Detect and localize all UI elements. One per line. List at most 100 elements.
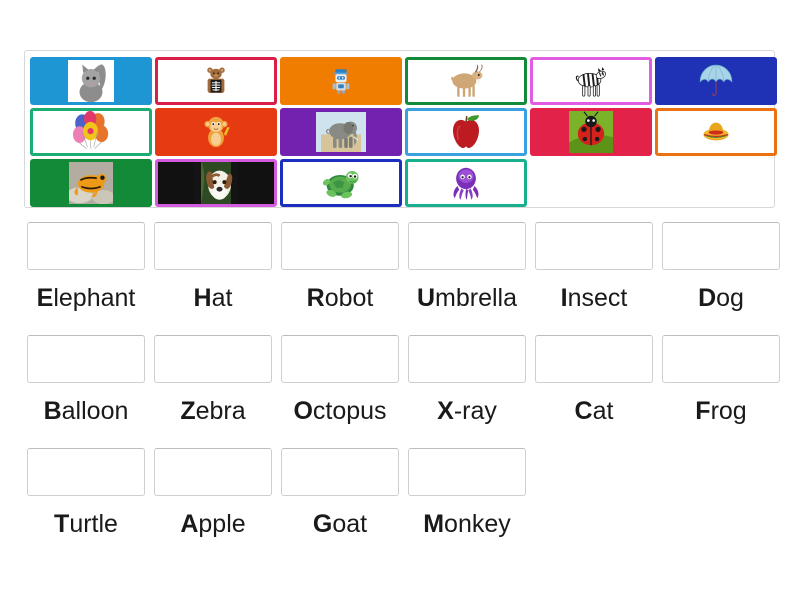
image-tile-goat[interactable] <box>405 57 527 105</box>
image-tile-turtle[interactable] <box>280 159 402 207</box>
word-remainder: og <box>716 284 744 312</box>
frog-icon <box>69 162 113 204</box>
word-remainder: nsect <box>567 284 628 312</box>
word-remainder: oat <box>332 510 368 538</box>
image-tile-xray[interactable] <box>155 57 277 105</box>
dropzone-elephant[interactable] <box>27 222 145 270</box>
word-remainder: pple <box>198 510 246 538</box>
image-tile-umbrella[interactable] <box>655 57 777 105</box>
word-label-dog: Dog <box>698 283 744 313</box>
word-label-hat: Hat <box>194 283 233 313</box>
word-initial: E <box>36 284 54 312</box>
word-remainder: alloon <box>61 397 129 425</box>
word-initial: B <box>43 397 62 425</box>
image-tile-octopus[interactable] <box>405 159 527 207</box>
image-tile-elephant[interactable] <box>280 108 402 156</box>
word-label-x-ray: X-ray <box>437 396 497 426</box>
word-initial: F <box>695 397 711 425</box>
goat-icon <box>442 61 490 101</box>
word-cell-elephant: Elephant <box>24 222 148 335</box>
word-label-zebra: Zebra <box>180 396 245 426</box>
word-remainder: mbrella <box>435 284 518 312</box>
word-row: Balloon Zebra Octopus X-ray Cat Frog <box>24 335 784 448</box>
word-remainder: onkey <box>444 510 511 538</box>
word-cell-balloon: Balloon <box>24 335 148 448</box>
word-initial: U <box>416 284 436 312</box>
dropzone-apple[interactable] <box>154 448 272 496</box>
word-remainder: urtle <box>69 510 118 538</box>
word-initial: M <box>423 510 445 538</box>
image-tile-hat[interactable] <box>655 108 777 156</box>
dropzone-goat[interactable] <box>281 448 399 496</box>
word-cell-insect: Insect <box>532 222 656 335</box>
zebra-icon <box>567 62 615 100</box>
word-cell-robot: Robot <box>278 222 402 335</box>
image-tile-robot[interactable] <box>280 57 402 105</box>
word-initial: T <box>54 510 70 538</box>
image-tile-apple[interactable] <box>405 108 527 156</box>
word-cell-zebra: Zebra <box>151 335 275 448</box>
word-initial: A <box>180 510 199 538</box>
word-cell-x-ray: X-ray <box>405 335 529 448</box>
word-label-balloon: Balloon <box>44 396 129 426</box>
word-initial: X <box>437 397 454 425</box>
word-label-cat: Cat <box>575 396 614 426</box>
image-tile-balloon[interactable] <box>30 108 152 156</box>
word-initial: D <box>698 284 717 312</box>
image-tile-monkey[interactable] <box>155 108 277 156</box>
word-label-octopus: Octopus <box>293 396 386 426</box>
image-tile-frog[interactable] <box>30 159 152 207</box>
dropzone-hat[interactable] <box>154 222 272 270</box>
word-cell-frog: Frog <box>659 335 783 448</box>
dropzone-zebra[interactable] <box>154 335 272 383</box>
dropzone-insect[interactable] <box>535 222 653 270</box>
dog-icon <box>189 162 243 204</box>
word-initial: H <box>193 284 212 312</box>
image-row <box>30 159 769 207</box>
word-remainder: lephant <box>53 284 136 312</box>
apple-icon <box>447 111 485 153</box>
word-label-monkey: Monkey <box>423 509 511 539</box>
dropzone-dog[interactable] <box>662 222 780 270</box>
monkey-icon <box>198 111 234 153</box>
dropzone-x-ray[interactable] <box>408 335 526 383</box>
word-remainder: at <box>592 397 614 425</box>
insect-icon <box>569 111 613 153</box>
word-cell-goat: Goat <box>278 448 402 561</box>
robot-icon <box>327 60 355 102</box>
xray-icon <box>201 60 231 102</box>
word-label-frog: Frog <box>695 396 746 426</box>
word-cell-monkey: Monkey <box>405 448 529 561</box>
elephant-icon <box>316 112 366 152</box>
match-up-activity: Elephant Hat Robot Umbrella Insect Dog Balloon… <box>0 0 800 600</box>
dropzone-robot[interactable] <box>281 222 399 270</box>
word-initial: I <box>560 284 568 312</box>
dropzone-frog[interactable] <box>662 335 780 383</box>
balloon-icon <box>69 111 113 153</box>
word-remainder: rog <box>710 397 747 425</box>
dropzone-turtle[interactable] <box>27 448 145 496</box>
word-label-elephant: Elephant <box>37 283 136 313</box>
word-cell-apple: Apple <box>151 448 275 561</box>
word-remainder: -ray <box>453 397 497 425</box>
image-tile-zebra[interactable] <box>530 57 652 105</box>
word-cell-hat: Hat <box>151 222 275 335</box>
image-tile-insect[interactable] <box>530 108 652 156</box>
dropzone-cat[interactable] <box>535 335 653 383</box>
image-row <box>30 108 777 156</box>
word-cell-umbrella: Umbrella <box>405 222 529 335</box>
dropzone-monkey[interactable] <box>408 448 526 496</box>
image-row <box>30 57 777 105</box>
image-tile-cat[interactable] <box>30 57 152 105</box>
dropzone-balloon[interactable] <box>27 335 145 383</box>
word-row: Turtle Apple Goat Monkey <box>24 448 784 561</box>
word-label-umbrella: Umbrella <box>417 283 517 313</box>
turtle-icon <box>316 163 366 203</box>
word-cell-cat: Cat <box>532 335 656 448</box>
dropzone-umbrella[interactable] <box>408 222 526 270</box>
word-label-robot: Robot <box>307 283 374 313</box>
image-tile-dog[interactable] <box>155 159 277 207</box>
word-initial: Z <box>180 397 196 425</box>
dropzone-octopus[interactable] <box>281 335 399 383</box>
cat-icon <box>68 60 114 102</box>
